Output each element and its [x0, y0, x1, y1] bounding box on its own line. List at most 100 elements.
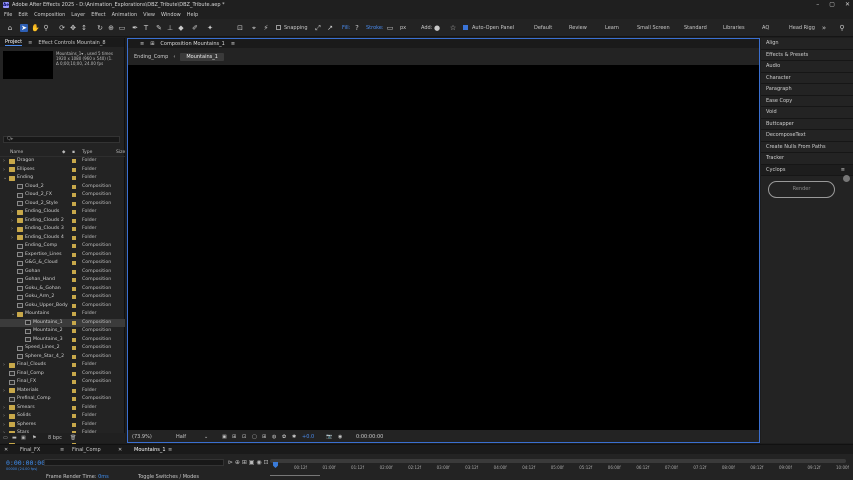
label-color-swatch[interactable] [72, 176, 76, 180]
label-color-swatch[interactable] [72, 397, 76, 401]
workspace-small-screen[interactable]: Small Screen [637, 25, 670, 31]
project-row[interactable]: Goku_Arm_2 Composition [0, 293, 125, 302]
project-row[interactable]: Mountains_2 Composition [0, 327, 125, 336]
menu-help[interactable]: Help [187, 12, 198, 18]
label-column-icon[interactable]: ▪ [72, 150, 75, 155]
label-color-swatch[interactable] [72, 159, 76, 163]
render-button[interactable]: Render [768, 181, 835, 198]
project-row[interactable]: Expertise_Lines Composition [0, 251, 125, 260]
flowchart-icon[interactable]: ⚑ [32, 435, 36, 441]
crumb-mountains-1[interactable]: Mountains_1 [180, 53, 224, 61]
anchor-tool-icon[interactable]: ⊕ [107, 24, 115, 32]
label-color-swatch[interactable] [72, 244, 76, 248]
transparency-grid-icon[interactable]: ⊞ [232, 434, 236, 440]
disclosure-triangle-icon[interactable]: ⌄ [3, 175, 7, 181]
label-color-swatch[interactable] [72, 303, 76, 308]
fill-label[interactable]: Fill: [342, 25, 350, 31]
menu-animation[interactable]: Animation [112, 12, 138, 18]
align-icon[interactable]: ⌖ [250, 24, 258, 32]
label-color-swatch[interactable] [72, 320, 76, 325]
project-row[interactable]: Cloud_2_FX Composition [0, 191, 125, 200]
brush-tool-icon[interactable]: ✎ [155, 24, 163, 32]
label-color-swatch[interactable] [72, 414, 76, 418]
project-row[interactable]: › Ending_Clouds 3 Folder [0, 225, 125, 234]
project-row[interactable]: Cloud_2_Style Composition [0, 200, 125, 209]
disclosure-triangle-icon[interactable]: › [3, 158, 5, 164]
timeline-switch-icons[interactable]: ⊳ ⊕ ⊞ ▣ ◉ ⊡ [228, 459, 269, 466]
panel-audio[interactable]: Audio [761, 61, 853, 73]
pan-tool-icon[interactable]: ✥ [69, 24, 77, 32]
label-color-swatch[interactable] [72, 405, 76, 410]
menu-layer[interactable]: Layer [71, 12, 85, 18]
snap-to-icon[interactable]: ⊡ [236, 24, 244, 32]
disclosure-triangle-icon[interactable]: ⌄ [11, 311, 15, 317]
delete-icon[interactable]: 🗑 [70, 435, 76, 441]
project-row[interactable]: Goku_Upper_Body Composition [0, 302, 125, 311]
eraser-tool-icon[interactable]: ◆ [177, 24, 185, 32]
snapshot-icon[interactable]: 📷 [326, 434, 332, 440]
label-color-swatch[interactable] [72, 218, 76, 223]
project-row[interactable]: Gohan_Hand Composition [0, 276, 125, 285]
label-color-swatch[interactable] [72, 346, 76, 350]
disclosure-triangle-icon[interactable]: › [11, 235, 13, 241]
project-row[interactable]: › Solids Folder [0, 412, 125, 421]
disclosure-triangle-icon[interactable]: › [11, 218, 13, 224]
disclosure-triangle-icon[interactable]: › [11, 209, 13, 215]
type-tool-icon[interactable]: T [142, 24, 150, 32]
project-row[interactable]: › Ending_Clouds Folder [0, 208, 125, 217]
disclosure-triangle-icon[interactable]: › [11, 226, 13, 232]
panel-effects-presets[interactable]: Effects & Presets [761, 50, 853, 61]
workspace-default[interactable]: Default [534, 25, 552, 31]
fast-previews-icon[interactable]: ▣ [222, 434, 227, 440]
expand-icon[interactable]: ⤢ [314, 24, 322, 32]
exposure-value[interactable]: +0.0 [302, 434, 314, 440]
label-color-swatch[interactable] [72, 227, 76, 231]
panel-menu-icon[interactable]: ≡ [28, 40, 32, 46]
disclosure-triangle-icon[interactable]: › [3, 413, 5, 419]
project-row[interactable]: › Ending_Clouds 4 Folder [0, 234, 125, 243]
project-row[interactable]: › Materials Folder [0, 387, 125, 396]
panel-buttcapper[interactable]: Buttcapper [761, 119, 853, 130]
distribute-icon[interactable]: ⚡ [262, 24, 270, 32]
label-color-swatch[interactable] [72, 167, 76, 172]
tab-composition[interactable]: Composition Mountains_1 [160, 41, 224, 47]
composition-canvas[interactable] [128, 65, 759, 430]
workspace-overflow-icon[interactable]: » [820, 24, 828, 32]
panel-align[interactable]: Align [761, 38, 853, 50]
panel-decomposetext[interactable]: DecomposeText [761, 130, 853, 142]
stroke-label[interactable]: Stroke: [366, 25, 384, 31]
project-row[interactable]: › Final_Clouds Folder [0, 361, 125, 370]
region-of-interest-icon[interactable]: ▢ [252, 434, 257, 440]
project-row[interactable]: › Ending_Clouds 2 Folder [0, 217, 125, 226]
label-color-swatch[interactable] [72, 363, 76, 367]
menu-window[interactable]: Window [161, 12, 181, 18]
panel-create-nulls-from-paths[interactable]: Create Nulls From Paths [761, 142, 853, 153]
work-area-bar[interactable] [270, 459, 846, 463]
tab-effect-controls[interactable]: Effect Controls Mountain_8 [38, 40, 105, 46]
project-row[interactable]: › Spheres Folder [0, 421, 125, 430]
timeline-tab-final-fx[interactable]: Final_FX [20, 447, 40, 453]
project-row[interactable]: › Dragon Folder [0, 157, 125, 166]
label-color-swatch[interactable] [72, 380, 76, 384]
label-color-swatch[interactable] [72, 269, 76, 274]
menu-edit[interactable]: Edit [18, 12, 28, 18]
column-name[interactable]: Name [10, 150, 23, 155]
rotate-tool-icon[interactable]: ↻ [96, 24, 104, 32]
workspace-libraries[interactable]: Libraries [723, 25, 745, 31]
project-row[interactable]: › Ellipses Folder [0, 166, 125, 175]
mask-visibility-icon[interactable]: ⊡ [242, 434, 246, 440]
label-color-swatch[interactable] [72, 337, 76, 342]
label-color-swatch[interactable] [72, 312, 76, 316]
project-row[interactable]: Final_Comp Composition [0, 370, 125, 379]
resolution-dropdown[interactable]: Half [176, 434, 186, 440]
panel-character[interactable]: Character [761, 73, 853, 84]
star-icon[interactable]: ☆ [449, 24, 457, 32]
grid-guides-icon[interactable]: ⊞ [262, 434, 266, 440]
exposure-icon[interactable]: ✱ [292, 434, 296, 440]
auto-open-panel-checkbox[interactable] [463, 25, 468, 30]
menu-view[interactable]: View [143, 12, 155, 18]
label-color-swatch[interactable] [72, 286, 76, 291]
label-color-swatch[interactable] [72, 193, 76, 197]
toggle-switches-modes[interactable]: Toggle Switches / Modes [138, 474, 199, 480]
cyclops-panel-header[interactable]: Cyclops ≡ [761, 164, 853, 176]
